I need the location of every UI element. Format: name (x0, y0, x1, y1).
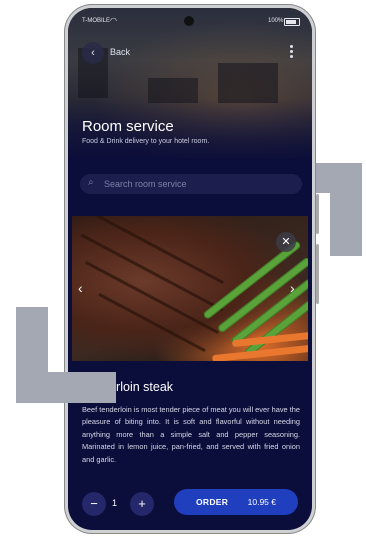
back-label[interactable]: Back (110, 47, 130, 57)
chevron-left-icon: ‹ (91, 47, 95, 59)
dish-description: Beef tenderloin is most tender piece of … (82, 405, 300, 464)
order-label: ORDER (196, 497, 229, 507)
chevron-right-icon: › (290, 280, 295, 296)
page-subtitle: Food & Drink delivery to your hotel room… (82, 138, 210, 145)
hero-building (218, 63, 278, 103)
search-icon: ⌕ (88, 177, 94, 188)
search-input[interactable]: ⌕ Search room service (80, 174, 302, 194)
page-title: Room service (82, 118, 174, 135)
close-icon: ✕ (281, 236, 291, 248)
app-screen: T-MOBILE ◠ 100% ‹ Back Room service Food… (68, 8, 312, 530)
order-price: 10.95 € (247, 497, 276, 507)
status-bar: T-MOBILE ◠ 100% (68, 16, 312, 28)
search-placeholder: Search room service (104, 179, 187, 189)
more-vertical-icon[interactable] (288, 44, 294, 62)
minus-icon: − (90, 496, 98, 511)
dish-image (72, 216, 308, 361)
phone-side-button (316, 194, 319, 234)
decor-bracket-bottom-left-horizontal (16, 372, 116, 403)
carrier-label: T-MOBILE (82, 18, 111, 24)
battery-icon (284, 18, 300, 26)
camera-notch (184, 16, 194, 26)
quantity-decrease-button[interactable]: − (82, 492, 106, 516)
phone-side-button (316, 244, 319, 304)
quantity-value: 1 (112, 498, 118, 508)
prev-image-button[interactable]: ‹ (78, 280, 83, 296)
order-button[interactable]: ORDER 10.95 € (174, 489, 298, 515)
chevron-left-icon: ‹ (78, 280, 83, 296)
phone-frame: T-MOBILE ◠ 100% ‹ Back Room service Food… (64, 4, 319, 534)
close-button[interactable]: ✕ (276, 232, 296, 252)
plus-icon: + (138, 496, 146, 511)
wifi-icon: ◠ (110, 16, 117, 25)
decor-bracket-top-right-vertical (330, 163, 362, 256)
quantity-increase-button[interactable]: + (130, 492, 154, 516)
back-button[interactable]: ‹ (82, 42, 104, 64)
battery-percent: 100% (268, 18, 284, 24)
next-image-button[interactable]: › (290, 280, 295, 296)
